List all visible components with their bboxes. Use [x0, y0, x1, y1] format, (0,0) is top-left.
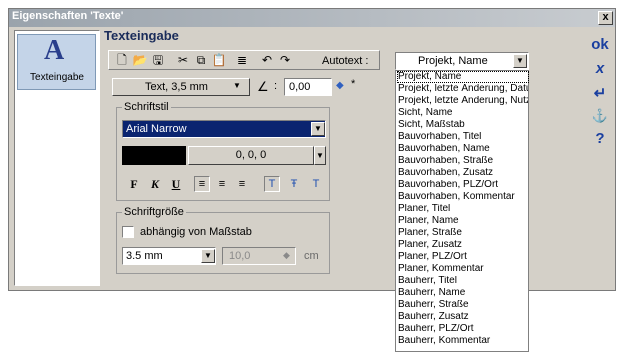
autotext-option[interactable]: Bauherr, Titel: [398, 276, 528, 286]
scale-checkbox[interactable]: [122, 226, 134, 238]
bold-button[interactable]: F: [126, 176, 142, 192]
chevron-down-icon[interactable]: ▼: [201, 249, 215, 263]
scale-value: 10,0: [229, 250, 251, 262]
autotext-option[interactable]: Projekt, Name: [397, 71, 529, 83]
angle-input[interactable]: 0,00: [284, 78, 332, 96]
font-value: Arial Narrow: [126, 123, 187, 135]
format-icon[interactable]: ≣: [233, 52, 251, 68]
schriftstil-label: Schriftstil: [122, 101, 171, 113]
chevron-down-icon[interactable]: ▼: [513, 54, 527, 68]
italic-button[interactable]: K: [147, 176, 163, 192]
angle-separator: :: [274, 80, 278, 92]
checkbox-label: abhängig von Maßstab: [140, 226, 252, 238]
autotext-option[interactable]: Planer, Zusatz: [398, 240, 528, 250]
autotext-option[interactable]: Planer, Titel: [398, 204, 528, 214]
color-value: 0, 0, 0: [235, 149, 267, 161]
autotext-option[interactable]: Bauvorhaben, Straße: [398, 156, 528, 166]
undo-icon[interactable]: ↶: [258, 52, 276, 68]
anchor-button[interactable]: ⚓: [588, 108, 612, 124]
autotext-select[interactable]: Projekt, Name ▼: [395, 52, 529, 70]
font-size-value: 3.5 mm: [126, 250, 163, 262]
spin-icon: ◆: [283, 250, 290, 260]
autotext-label: Autotext :: [322, 55, 369, 67]
autotext-option[interactable]: Projekt, letzte Änderung, Datu: [398, 84, 528, 94]
autotext-option[interactable]: Bauherr, PLZ/Ort: [398, 324, 528, 334]
cancel-button[interactable]: x: [588, 60, 612, 77]
copy-icon[interactable]: ⧉: [192, 52, 210, 68]
autotext-option[interactable]: Bauherr, Kommentar: [398, 336, 528, 346]
color-value-button[interactable]: 0, 0, 0: [188, 146, 314, 165]
autotext-option[interactable]: Planer, Straße: [398, 228, 528, 238]
autotext-option[interactable]: Bauvorhaben, PLZ/Ort: [398, 180, 528, 190]
font-size-select[interactable]: 3.5 mm ▼: [122, 247, 216, 265]
text-input-icon: A: [44, 35, 65, 66]
apply-button[interactable]: ↵: [588, 84, 612, 102]
autotext-option[interactable]: Planer, PLZ/Ort: [398, 252, 528, 262]
unit-label: cm: [304, 250, 319, 262]
ok-button[interactable]: ok: [588, 36, 612, 53]
save-icon[interactable]: 🖫: [149, 52, 167, 68]
autotext-option[interactable]: Sicht, Name: [398, 108, 528, 118]
align-right-icon[interactable]: ≡: [234, 176, 250, 192]
window-title: Eigenschaften 'Texte': [12, 10, 124, 22]
color-swatch[interactable]: [122, 146, 186, 165]
autotext-option[interactable]: Bauvorhaben, Titel: [398, 132, 528, 142]
autotext-option[interactable]: Planer, Kommentar: [398, 264, 528, 274]
autotext-option[interactable]: Bauherr, Straße: [398, 300, 528, 310]
autotext-option[interactable]: Sicht, Maßstab: [398, 120, 528, 130]
autotext-option[interactable]: Bauherr, Name: [398, 288, 528, 298]
text-style-select[interactable]: Text, 3,5 mm ▼: [112, 78, 250, 96]
autotext-option[interactable]: Bauvorhaben, Kommentar: [398, 192, 528, 202]
schriftgroesse-label: Schriftgröße: [122, 206, 186, 218]
panel-title: Texteingabe: [104, 28, 179, 43]
chevron-down-icon[interactable]: ▼: [311, 122, 325, 136]
cut-icon[interactable]: ✂: [174, 52, 192, 68]
autotext-option[interactable]: Bauvorhaben, Name: [398, 144, 528, 154]
redo-icon[interactable]: ↷: [276, 52, 294, 68]
autotext-option[interactable]: Bauherr, Zusatz: [398, 312, 528, 322]
close-button[interactable]: x: [598, 11, 613, 25]
help-button[interactable]: ?: [588, 130, 612, 147]
text-style-value: Text, 3,5 mm: [145, 81, 208, 93]
font-select[interactable]: Arial Narrow ▼: [122, 120, 326, 138]
autotext-value: Projekt, Name: [418, 55, 488, 67]
open-icon[interactable]: 📂: [131, 52, 149, 68]
underline-button[interactable]: U: [168, 176, 184, 192]
valign-middle-icon[interactable]: Ŧ: [286, 176, 302, 192]
new-icon[interactable]: 🗋: [113, 52, 131, 68]
chevron-down-icon: ▼: [233, 81, 241, 90]
paste-icon[interactable]: 📋: [210, 52, 228, 68]
angle-icon: ∠: [257, 79, 269, 94]
autotext-option[interactable]: Bauvorhaben, Zusatz: [398, 168, 528, 178]
valign-bottom-icon[interactable]: T: [308, 176, 324, 192]
chevron-down-icon[interactable]: ▼: [314, 146, 326, 165]
scale-input: 10,0 ◆: [222, 247, 296, 265]
align-left-icon[interactable]: ≡: [194, 176, 210, 192]
spin-icon[interactable]: ◆: [336, 80, 344, 91]
autotext-option[interactable]: Projekt, letzte Änderung, Nutze: [398, 96, 528, 106]
valign-top-icon[interactable]: T: [264, 176, 280, 192]
autotext-option[interactable]: Planer, Name: [398, 216, 528, 226]
align-center-icon[interactable]: ≡: [214, 176, 230, 192]
category-item-label: Texteingabe: [30, 72, 84, 83]
asterisk-icon[interactable]: *: [351, 78, 355, 90]
angle-value: 0,00: [289, 81, 311, 93]
